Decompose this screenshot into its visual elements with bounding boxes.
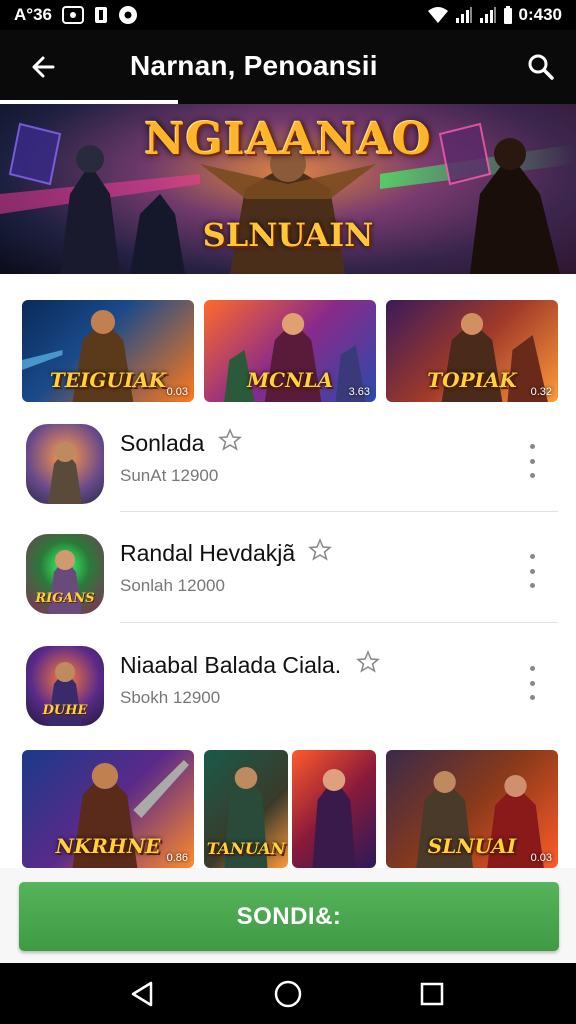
star-outline-icon[interactable] [356,650,380,674]
divider [120,622,558,623]
wifi-icon [427,6,449,24]
overflow-dot-icon [529,458,535,464]
overflow-dot-icon [529,583,535,588]
game-icon-label: DUHE [42,703,88,718]
game-thumbnail[interactable]: TANUAN [204,750,288,868]
game-thumbnail[interactable]: TEIGUIAK 0.03 [22,300,194,402]
thumbnail-rating: 0.32 [530,386,552,398]
game-icon: DUHE [26,646,104,726]
star-outline-icon[interactable] [218,428,242,452]
recents-square-icon [420,982,444,1006]
thumbnail-rating: 3.63 [348,386,370,398]
thumbnail-pair: TANUAN [204,750,376,868]
game-meta: Sonlah 12000 [120,576,225,595]
hero-title: NGIAANAO [144,114,432,165]
list-item[interactable]: DUHE Niaabal Balada Ciala. Sbokh 12900 [0,642,576,752]
status-left-text: A°36 [14,5,52,24]
thumbnail-artwork [312,769,356,868]
search-button[interactable] [524,50,558,84]
game-thumbnail[interactable]: MCNLA 3.63 [204,300,376,402]
overflow-dot-icon [529,666,535,671]
back-triangle-icon [131,981,153,1007]
home-circle-icon [274,980,302,1008]
game-thumbnail[interactable] [292,750,376,868]
battery-icon [503,6,513,24]
signal-icon [455,6,473,24]
game-meta: Sbokh 12900 [120,688,221,707]
overflow-dot-icon [529,568,535,574]
divider [120,511,558,512]
overflow-dot-icon [529,554,535,559]
nav-recents-button[interactable] [415,977,449,1011]
action-bar: SONDI&: [0,868,576,963]
nav-back-button[interactable] [126,977,160,1011]
page-title: Narnan, Penoansii [130,50,378,81]
overflow-dot-icon [529,444,535,449]
sim-icon [94,6,108,24]
game-icon-label: RIGANS [35,591,95,606]
game-thumbnail[interactable]: TOPIAK 0.32 [386,300,558,402]
list-item[interactable]: RIGANS Randal Hevdakjã Sonlah 12000 [0,530,576,640]
thumbnail-rating: 0.86 [166,852,188,864]
game-icon-artwork [48,442,82,504]
game-thumbnail[interactable]: SLNUAI 0.03 [386,750,558,868]
app-bar: Narnan, Penoansii [0,30,576,104]
hero-subtitle: SLNUAIN [202,216,374,254]
navigation-bar [0,963,576,1024]
thumbnail-title: TANUAN [206,839,286,858]
hero-banner[interactable]: NGIAANAO SLNUAIN [0,104,576,274]
overflow-dot-icon [529,695,535,700]
notification-dot-icon [118,5,138,25]
signal-icon [479,6,497,24]
game-icon [26,424,104,504]
more-games-thumbnail-row: NKRHNE 0.86 TANUAN SLNUAI 0.03 [22,750,558,868]
more-options-button[interactable] [524,444,540,478]
primary-action-button[interactable]: SONDI&: [19,882,559,951]
more-options-button[interactable] [524,554,540,588]
back-button[interactable] [26,50,60,84]
star-outline-icon[interactable] [308,538,332,562]
game-thumbnail[interactable]: NKRHNE 0.86 [22,750,194,868]
more-options-button[interactable] [524,666,540,700]
game-name: Randal Hevdakjã [120,540,296,566]
thumbnail-rating: 0.03 [166,386,188,398]
overflow-dot-icon [529,680,535,686]
game-name: Niaabal Balada Ciala. [120,652,342,678]
status-bar: A°36 0:430 [0,0,576,30]
status-time: 0:430 [518,5,562,24]
game-meta: SunAt 12900 [120,466,219,485]
nav-home-button[interactable] [271,977,305,1011]
list-item[interactable]: Sonlada SunAt 12900 [0,420,576,530]
screenshot-icon [61,6,84,24]
featured-thumbnail-row: TEIGUIAK 0.03 MCNLA 3.63 TOPIAK 0.32 [22,300,558,402]
overflow-dot-icon [529,473,535,478]
game-icon: RIGANS [26,534,104,614]
game-name: Sonlada [120,430,205,456]
thumbnail-rating: 0.03 [530,852,552,864]
back-arrow-icon [32,56,55,78]
search-icon [528,54,554,80]
